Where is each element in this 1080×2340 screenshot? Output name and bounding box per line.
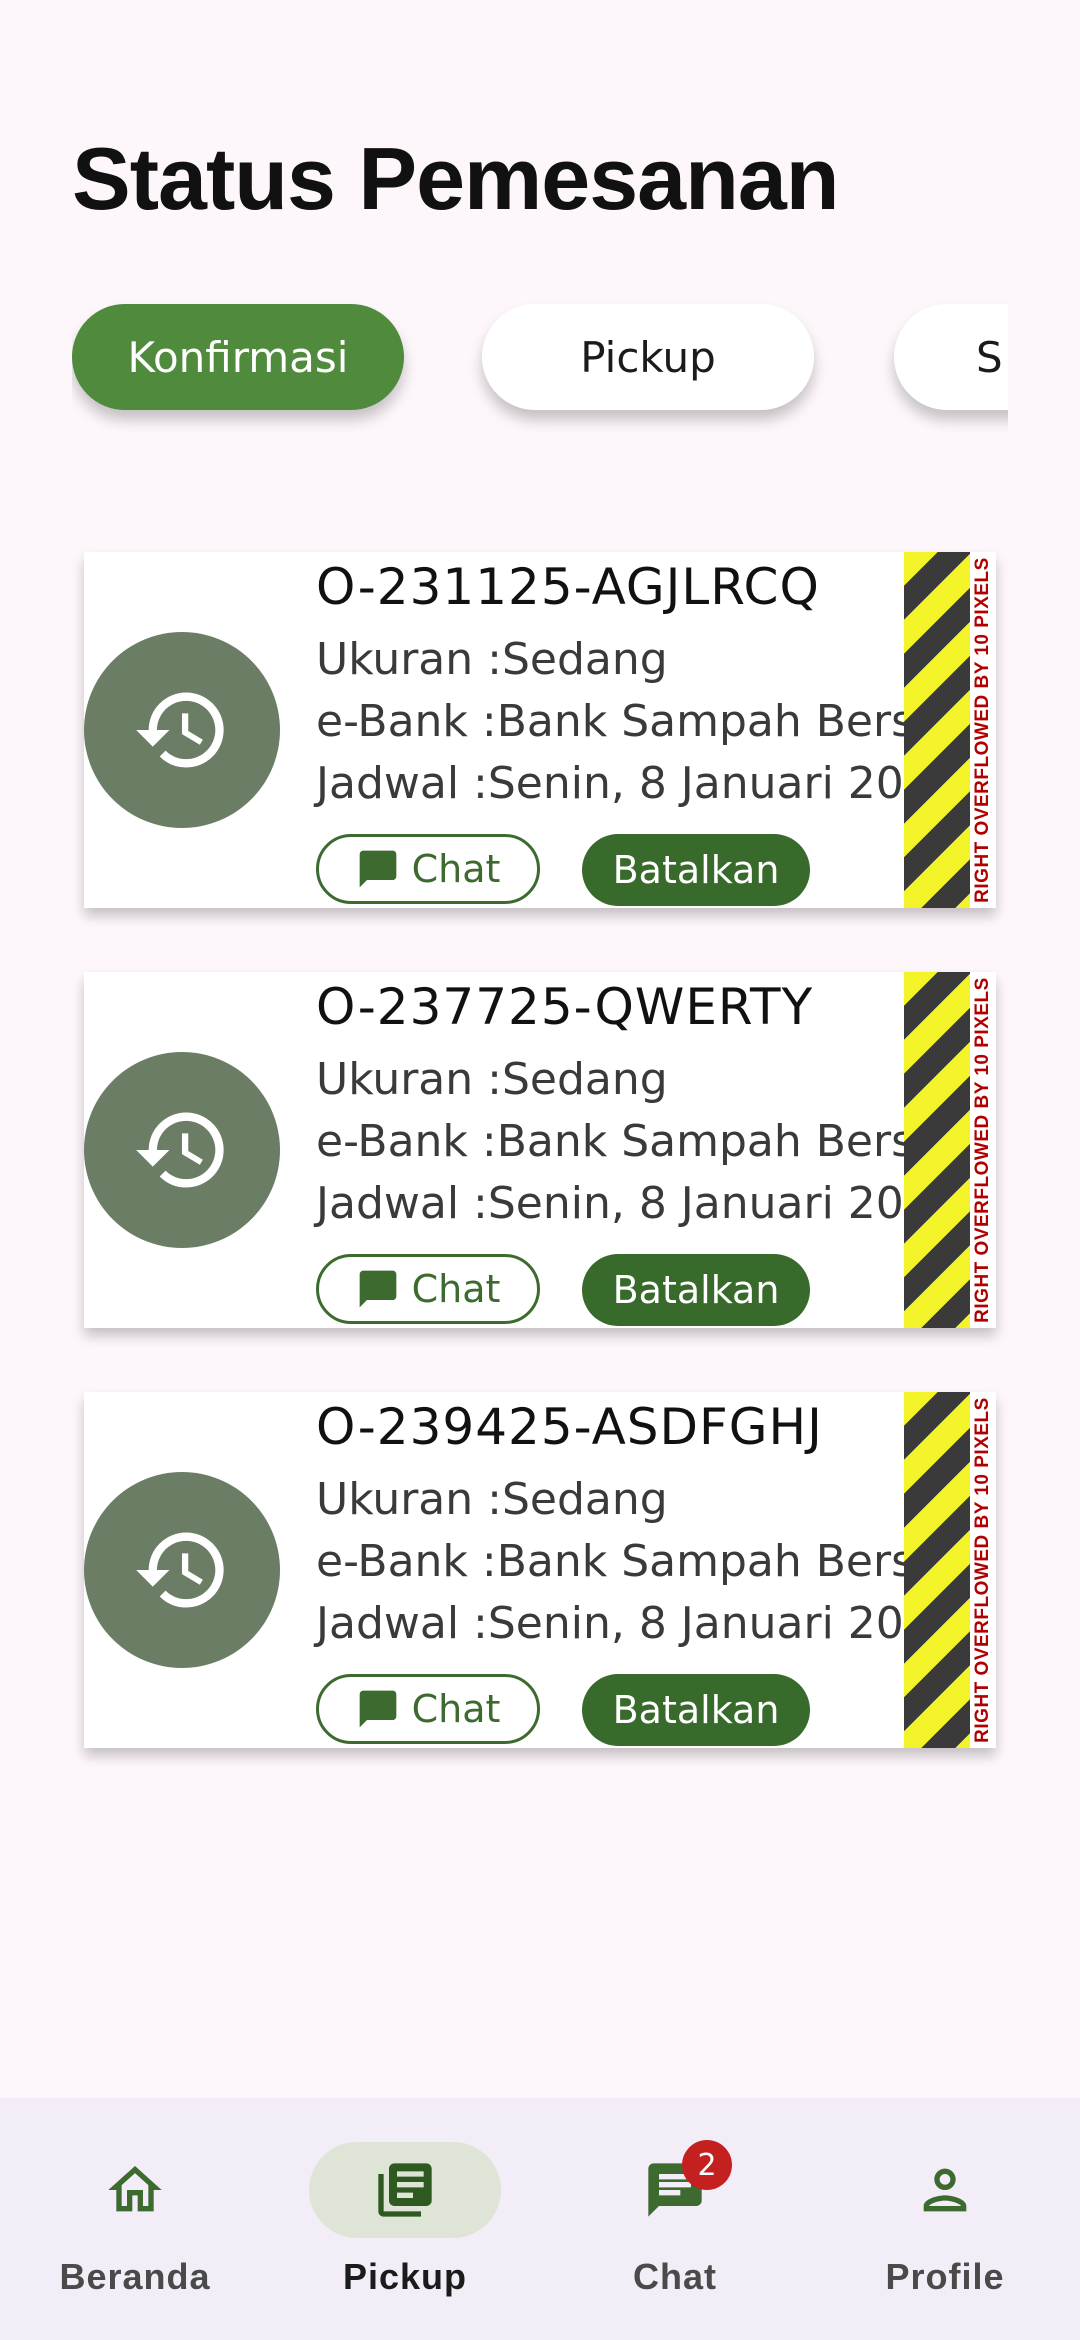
tab-konfirmasi[interactable]: Konfirmasi (72, 304, 404, 410)
cancel-button[interactable]: Batalkan (582, 1254, 810, 1326)
overflow-warning-text: RIGHT OVERFLOWED BY 10 PIXELS (972, 1397, 993, 1743)
person-icon (923, 2168, 967, 2212)
nav-label-chat: Chat (633, 2256, 717, 2297)
order-card[interactable]: O-237725-QWERTY Ukuran :Sedang e-Bank :B… (84, 972, 996, 1328)
order-schedule: Jadwal :Senin, 8 Januari 2024 (316, 758, 960, 809)
bottom-navigation: Beranda Pickup 2 Chat Profile (0, 2098, 1080, 2340)
order-card[interactable]: O-239425-ASDFGHJ Ukuran :Sedang e-Bank :… (84, 1392, 996, 1748)
overflow-indicator: RIGHT OVERFLOWED BY 10 PIXELS (904, 972, 996, 1328)
overflow-stripes (904, 552, 970, 908)
order-size: Ukuran :Sedang (316, 1054, 668, 1105)
nav-item-profile[interactable]: Profile (810, 2098, 1080, 2340)
overflow-stripes (904, 1392, 970, 1748)
nav-item-beranda[interactable]: Beranda (0, 2098, 270, 2340)
chat-bubble-icon (359, 850, 396, 888)
overflow-warning-text: RIGHT OVERFLOWED BY 10 PIXELS (972, 557, 993, 903)
status-tabs: Konfirmasi Pickup S (72, 296, 1008, 436)
article-icon (378, 2163, 432, 2217)
order-size: Ukuran :Sedang (316, 1474, 668, 1525)
order-code: O-231125-AGJLRCQ (316, 558, 820, 616)
overflow-stripes (904, 972, 970, 1328)
chat-button-label: Chat (411, 1267, 501, 1311)
status-bar (0, 0, 1080, 90)
cancel-button[interactable]: Batalkan (582, 834, 810, 906)
nav-item-chat[interactable]: 2 Chat (540, 2098, 810, 2340)
chat-button[interactable]: Chat (316, 834, 540, 904)
order-code: O-237725-QWERTY (316, 978, 814, 1036)
chat-button[interactable]: Chat (316, 1254, 540, 1324)
order-schedule: Jadwal :Senin, 8 Januari 2024 (316, 1598, 960, 1649)
tab-selesai[interactable]: S (894, 304, 1008, 410)
order-schedule: Jadwal :Senin, 8 Januari 2024 (316, 1178, 960, 1229)
chat-button[interactable]: Chat (316, 1674, 540, 1744)
nav-label-profile: Profile (885, 2256, 1005, 2297)
chat-bubble-icon (359, 1270, 396, 1308)
nav-label-beranda: Beranda (59, 2256, 211, 2297)
nav-item-pickup[interactable]: Pickup (270, 2098, 540, 2340)
tab-pickup[interactable]: Pickup (482, 304, 814, 410)
chat-bubble-icon (359, 1690, 396, 1728)
order-code: O-239425-ASDFGHJ (316, 1398, 823, 1456)
chat-badge: 2 (682, 2140, 732, 2190)
order-bank: e-Bank :Bank Sampah Bersinar (316, 1116, 996, 1167)
history-icon (84, 632, 280, 828)
overflow-indicator: RIGHT OVERFLOWED BY 10 PIXELS (904, 1392, 996, 1748)
chat-button-label: Chat (411, 847, 501, 891)
history-icon (84, 1052, 280, 1248)
overflow-warning-text: RIGHT OVERFLOWED BY 10 PIXELS (972, 977, 993, 1323)
history-icon (84, 1472, 280, 1668)
nav-label-pickup: Pickup (342, 2256, 468, 2297)
home-icon (108, 2166, 162, 2212)
page-title: Status Pemesanan (72, 129, 840, 228)
order-size: Ukuran :Sedang (316, 634, 668, 685)
cancel-button[interactable]: Batalkan (582, 1674, 810, 1746)
order-bank: e-Bank :Bank Sampah Bersinar (316, 696, 996, 747)
chat-button-label: Chat (411, 1687, 501, 1731)
order-bank: e-Bank :Bank Sampah Bersinar (316, 1536, 996, 1587)
order-card[interactable]: O-231125-AGJLRCQ Ukuran :Sedang e-Bank :… (84, 552, 996, 908)
overflow-indicator: RIGHT OVERFLOWED BY 10 PIXELS (904, 552, 996, 908)
